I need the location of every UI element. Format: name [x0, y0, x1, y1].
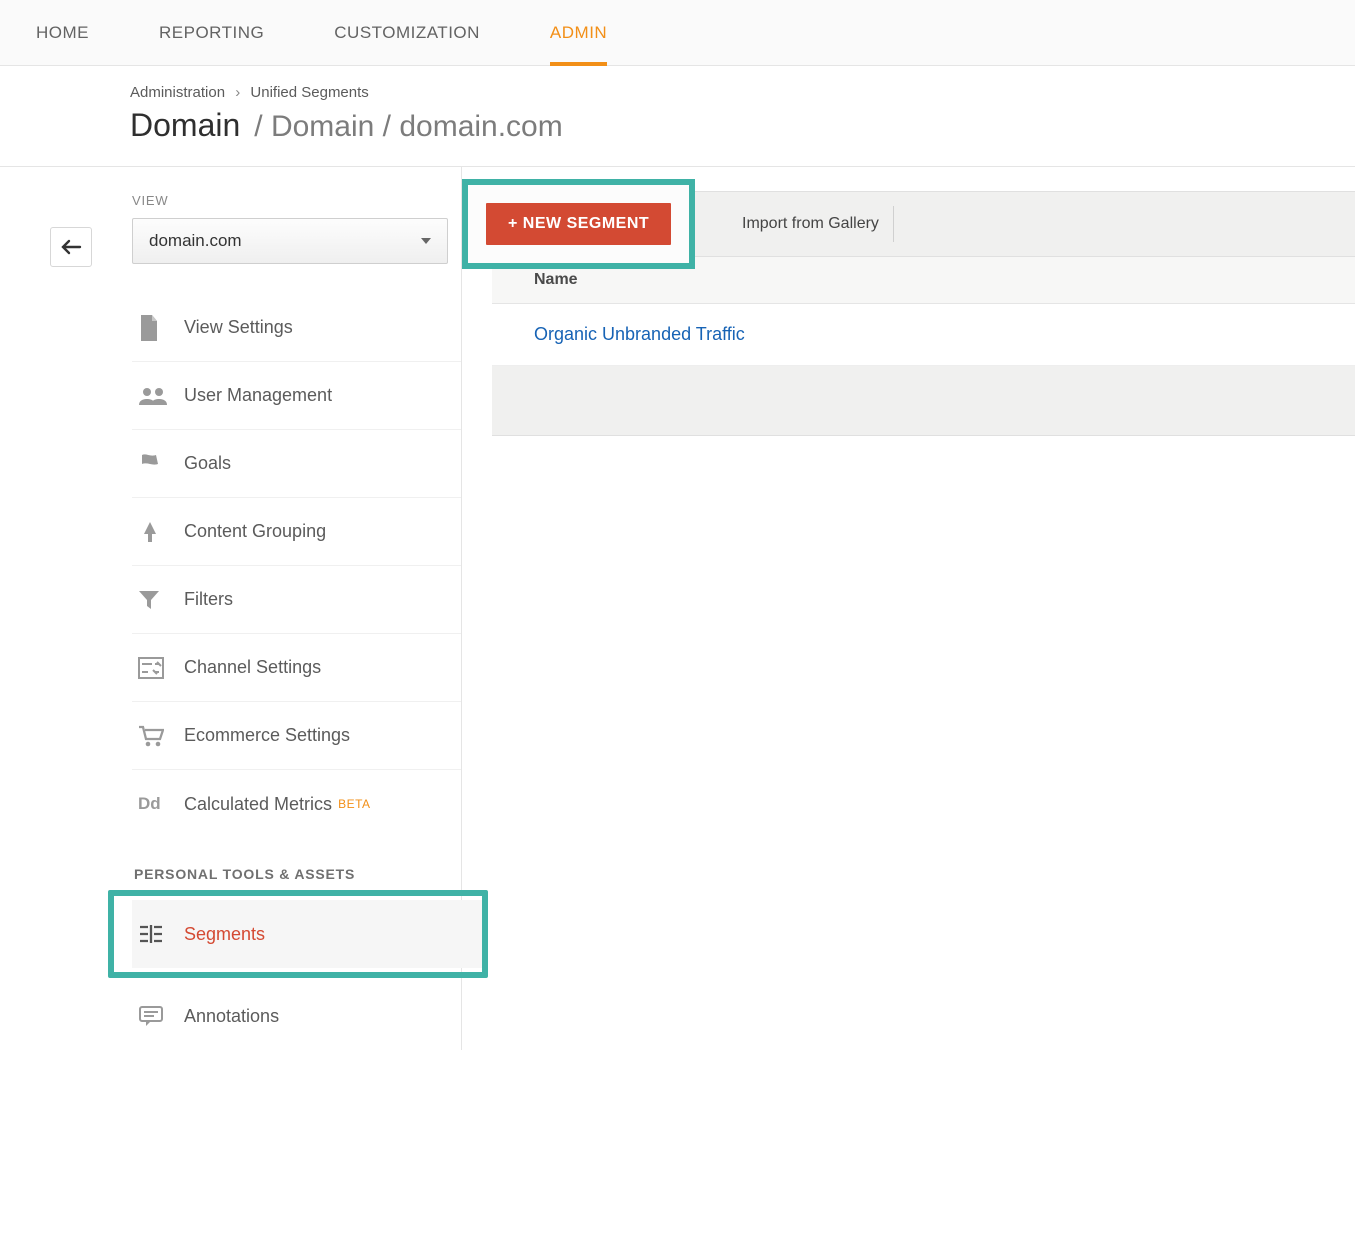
breadcrumb-part-1[interactable]: Administration — [130, 84, 225, 101]
sidebar-item-label: User Management — [184, 385, 332, 406]
breadcrumb-part-2[interactable]: Unified Segments — [250, 84, 368, 101]
page-header: Administration › Unified Segments Domain… — [0, 66, 1355, 167]
back-column — [0, 167, 72, 1050]
back-arrow-icon — [60, 239, 82, 255]
tab-customization[interactable]: CUSTOMIZATION — [334, 0, 480, 66]
sidebar-item-view-settings[interactable]: View Settings — [132, 294, 461, 362]
breadcrumb-separator: › — [235, 84, 240, 101]
title-sub: / Domain / domain.com — [254, 110, 562, 144]
table-footer — [492, 366, 1355, 436]
sidebar-item-channel-settings[interactable]: Channel Settings — [132, 634, 461, 702]
sidebar-item-annotations[interactable]: Annotations — [132, 982, 461, 1050]
sidebar-item-calculated-metrics[interactable]: Dd Calculated Metrics BETA — [132, 770, 461, 838]
main-panel: + NEW SEGMENT Import from Gallery Name O… — [462, 167, 1355, 1050]
highlight-segments: Segments — [108, 890, 488, 978]
funnel-icon — [138, 590, 184, 610]
top-nav: HOME REPORTING CUSTOMIZATION ADMIN — [0, 0, 1355, 66]
sidebar-item-label: Content Grouping — [184, 521, 326, 542]
sidebar-item-label: Segments — [184, 924, 265, 945]
sidebar-item-label: Ecommerce Settings — [184, 725, 350, 746]
sidebar-item-content-grouping[interactable]: Content Grouping — [132, 498, 461, 566]
tab-reporting[interactable]: REPORTING — [159, 0, 264, 66]
metrics-icon: Dd — [138, 794, 184, 814]
page-title: Domain / Domain / domain.com — [130, 107, 1355, 144]
view-selected-value: domain.com — [149, 231, 242, 251]
annotations-icon — [138, 1005, 184, 1027]
tab-home[interactable]: HOME — [36, 0, 89, 66]
title-main: Domain — [130, 107, 240, 144]
sidebar-item-ecommerce-settings[interactable]: Ecommerce Settings — [132, 702, 461, 770]
dropdown-caret-icon — [421, 238, 431, 244]
view-label: VIEW — [132, 193, 461, 208]
sidebar-item-label: Filters — [184, 589, 233, 610]
sidebar-item-goals[interactable]: Goals — [132, 430, 461, 498]
view-nav-list: View Settings User Management Goals Cont… — [132, 294, 461, 838]
highlight-new-segment: + NEW SEGMENT — [462, 179, 695, 269]
cart-icon — [138, 725, 184, 747]
content-area: VIEW domain.com View Settings User Manag… — [0, 167, 1355, 1050]
grouping-icon — [138, 520, 184, 544]
segments-icon — [138, 924, 184, 944]
sidebar-item-filters[interactable]: Filters — [132, 566, 461, 634]
users-icon — [138, 387, 184, 405]
beta-badge: BETA — [338, 797, 370, 811]
section-label-personal: PERSONAL TOOLS & ASSETS — [134, 866, 461, 882]
sidebar-item-label: Channel Settings — [184, 657, 321, 678]
view-selector[interactable]: domain.com — [132, 218, 448, 264]
sidebar-item-label: View Settings — [184, 317, 293, 338]
back-button[interactable] — [50, 227, 92, 267]
breadcrumb: Administration › Unified Segments — [130, 84, 1355, 101]
sidebar-item-segments[interactable]: Segments — [132, 900, 482, 968]
sidebar-item-user-management[interactable]: User Management — [132, 362, 461, 430]
import-from-gallery-link[interactable]: Import from Gallery — [742, 206, 894, 242]
sidebar-item-label: Annotations — [184, 1006, 279, 1027]
sidebar: VIEW domain.com View Settings User Manag… — [72, 167, 462, 1050]
tab-admin[interactable]: ADMIN — [550, 0, 607, 66]
document-icon — [138, 315, 184, 341]
segment-link[interactable]: Organic Unbranded Traffic — [534, 324, 745, 344]
table-row: Organic Unbranded Traffic — [492, 304, 1355, 366]
sidebar-item-label: Goals — [184, 453, 231, 474]
channel-icon — [138, 657, 184, 679]
flag-icon — [138, 452, 184, 476]
sidebar-item-label: Calculated Metrics — [184, 794, 332, 815]
new-segment-button[interactable]: + NEW SEGMENT — [486, 203, 671, 245]
